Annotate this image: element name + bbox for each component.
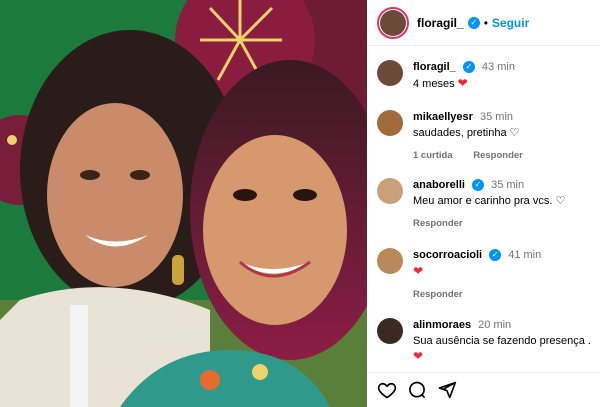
comment-avatar[interactable] xyxy=(377,318,403,344)
author-avatar[interactable] xyxy=(377,6,409,39)
red-heart-emoji: ❤ xyxy=(457,76,468,90)
verified-badge-icon: ✓ xyxy=(489,249,502,262)
comment-likes-count[interactable]: 1 curtida xyxy=(413,150,453,161)
follow-button[interactable]: Seguir xyxy=(492,16,529,30)
comment-time: 35 min xyxy=(480,111,514,123)
separator-dot: • xyxy=(483,15,488,30)
verified-badge-icon: ✓ xyxy=(472,179,485,192)
comment-time: 43 min xyxy=(481,61,515,73)
comments-panel: floragil_ ✓ • Seguir floragil_ ✓ 43 min … xyxy=(367,0,600,407)
reply-button[interactable]: Responder xyxy=(473,150,523,161)
post-image xyxy=(0,0,367,407)
comment-text: Meu amor e carinho pra vcs. xyxy=(413,195,553,207)
comment-time: 20 min xyxy=(478,319,512,331)
reply-button[interactable]: Responder xyxy=(413,289,463,300)
comment-time: 35 min xyxy=(491,179,525,191)
comment-text: saudades, pretinha xyxy=(413,127,507,139)
red-heart-emoji: ❤ xyxy=(413,349,424,363)
comment-avatar[interactable] xyxy=(377,110,403,136)
comment-avatar[interactable] xyxy=(377,248,403,274)
heart-outline-icon[interactable] xyxy=(377,380,397,400)
post-photo[interactable] xyxy=(0,0,367,407)
white-heart-emoji: ♡ xyxy=(509,127,520,139)
comment-username[interactable]: alinmoraes xyxy=(413,319,471,331)
post-header: floragil_ ✓ • Seguir xyxy=(367,0,600,46)
paper-plane-icon[interactable] xyxy=(437,380,457,400)
comment-username[interactable]: anaborelli xyxy=(413,179,465,191)
reply-button[interactable]: Responder xyxy=(413,218,463,229)
author-username[interactable]: floragil_ xyxy=(417,16,464,30)
comment-time: 41 min xyxy=(508,249,542,261)
comment-avatar[interactable] xyxy=(377,178,403,204)
red-heart-emoji: ❤ xyxy=(413,264,424,278)
comment-avatar[interactable] xyxy=(377,60,403,86)
comment-username[interactable]: mikaellyesr xyxy=(413,111,473,123)
comment-text: Sua ausência se fazendo presença . xyxy=(413,335,591,347)
post-actions-bar xyxy=(367,372,600,407)
white-heart-emoji: ♡ xyxy=(555,195,566,207)
comment-username[interactable]: socorroacioli xyxy=(413,249,482,261)
comment-list[interactable]: floragil_ ✓ 43 min 4 meses ❤ mikaellyesr… xyxy=(367,50,600,368)
verified-badge-icon: ✓ xyxy=(467,16,480,29)
verified-badge-icon: ✓ xyxy=(462,61,475,74)
comment-bubble-icon[interactable] xyxy=(407,380,427,400)
comment-username[interactable]: floragil_ xyxy=(413,61,456,73)
comment-text: 4 meses xyxy=(413,78,455,90)
